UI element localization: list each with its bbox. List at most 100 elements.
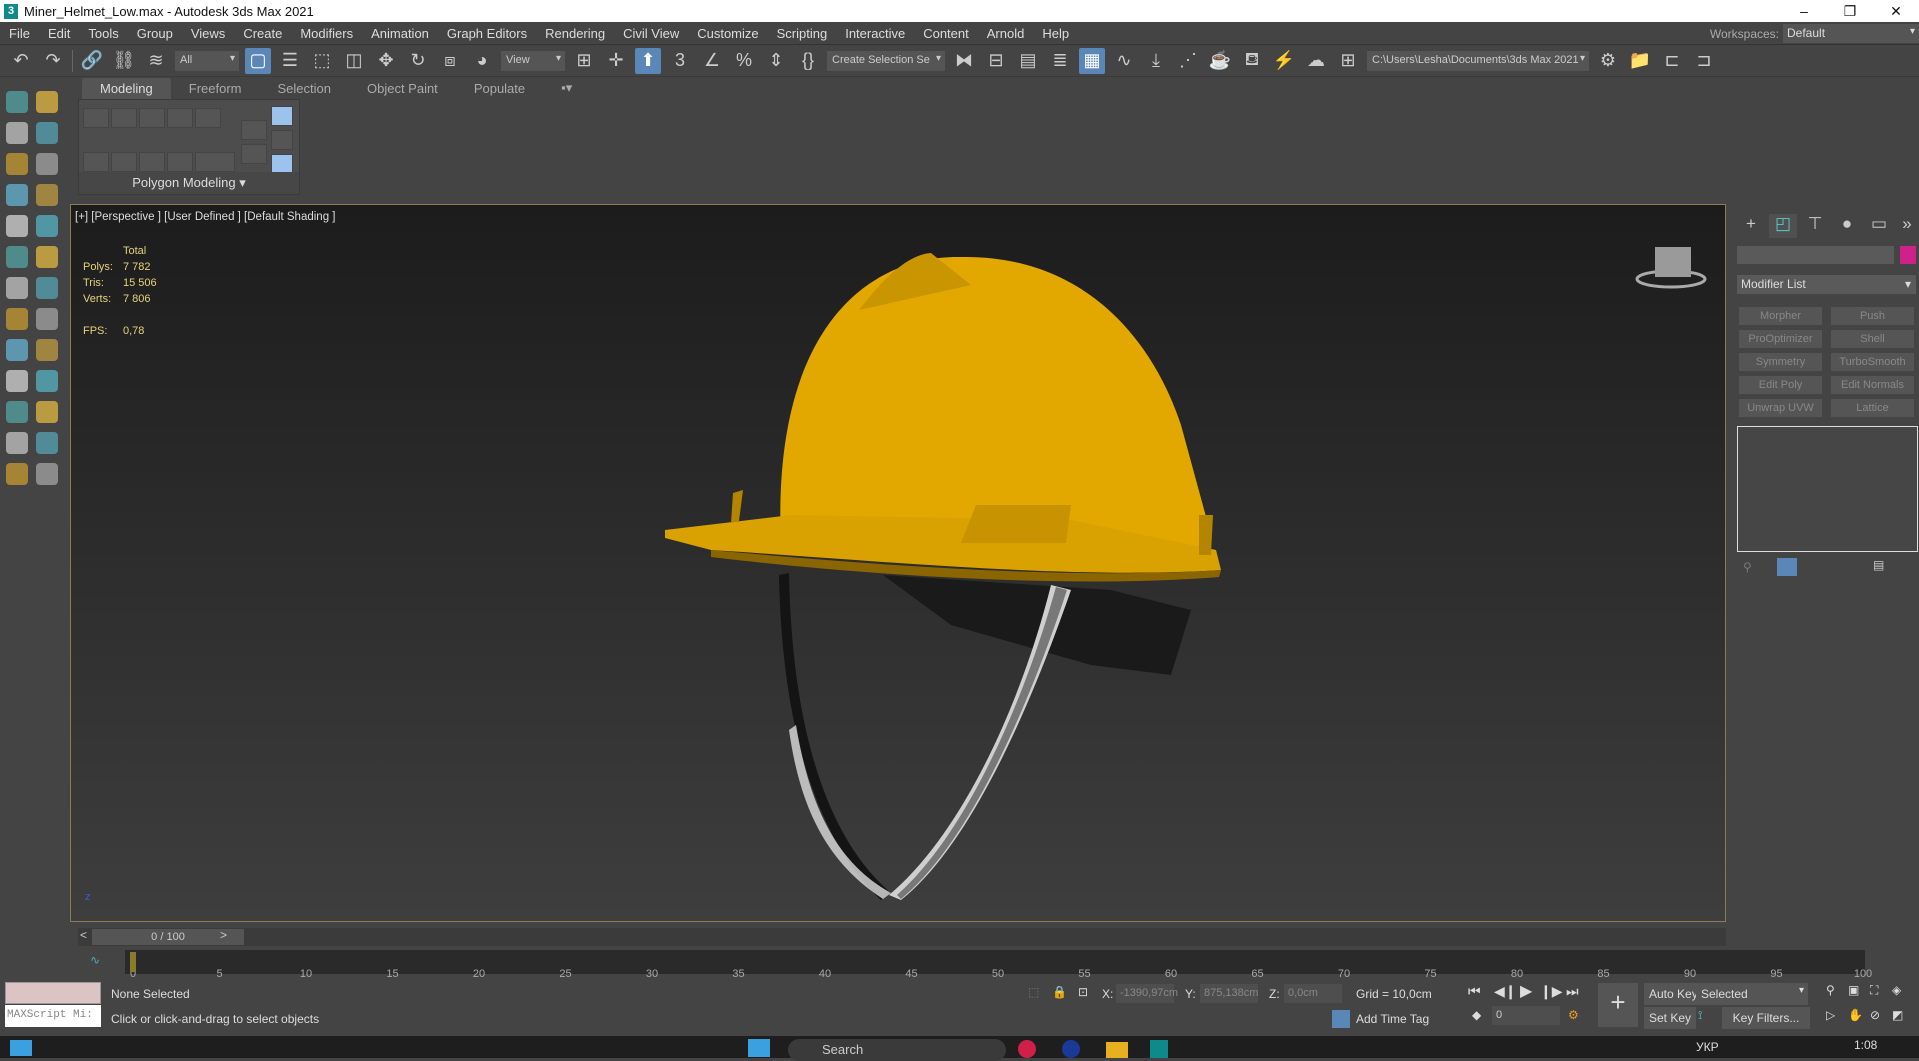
zoom-extents-icon[interactable]: ⛶ <box>1870 983 1878 998</box>
command-sidebar-icon[interactable] <box>6 215 28 237</box>
menu-arnold[interactable]: Arnold <box>978 26 1034 41</box>
command-sidebar-icon[interactable] <box>36 432 58 454</box>
named-selection-dropdown[interactable]: Create Selection Se <box>827 50 945 71</box>
modifier-unwrap-uvw-button[interactable]: Unwrap UVW <box>1739 399 1822 417</box>
command-sidebar-icon[interactable] <box>36 277 58 299</box>
modifier-symmetry-button[interactable]: Symmetry <box>1739 353 1822 371</box>
modifier-prooptimizer-button[interactable]: ProOptimizer <box>1739 330 1822 348</box>
ribbon-options-icon[interactable]: ▪▾ <box>543 77 590 99</box>
snaps-toggle-icon[interactable]: 3 <box>667 48 693 74</box>
perspective-viewport[interactable]: [+] [Perspective ] [User Defined ] [Defa… <box>70 204 1726 922</box>
widgets-icon[interactable] <box>10 1040 32 1056</box>
workspace-dropdown[interactable]: Default <box>1783 24 1919 43</box>
render-frame-icon[interactable]: ☁ <box>1303 48 1329 74</box>
menu-interactive[interactable]: Interactive <box>836 26 914 41</box>
command-sidebar-icon[interactable] <box>36 339 58 361</box>
3dsmax-taskbar-icon[interactable] <box>1150 1040 1168 1058</box>
close-button[interactable]: ✕ <box>1873 0 1919 22</box>
menu-civil-view[interactable]: Civil View <box>614 26 688 41</box>
render-icon[interactable]: ⚡ <box>1271 48 1297 74</box>
modifier-lattice-button[interactable]: Lattice <box>1831 399 1914 417</box>
toggle-modifier-icon[interactable] <box>271 154 293 174</box>
modifier-morpher-button[interactable]: Morpher <box>1739 307 1822 325</box>
undo-icon[interactable]: ↶ <box>8 48 34 74</box>
stack-up-icon[interactable] <box>241 120 267 140</box>
command-sidebar-icon[interactable] <box>6 339 28 361</box>
isolate-selection-icon[interactable]: ⬚ <box>1028 985 1039 999</box>
set-key-button[interactable]: Set Key <box>1644 1007 1697 1029</box>
vertex-icon[interactable] <box>83 108 109 128</box>
percent-snap-icon[interactable]: % <box>731 48 757 74</box>
command-sidebar-icon[interactable] <box>6 184 28 206</box>
reference-coordinate-dropdown[interactable]: View <box>501 50 565 71</box>
render-setup-icon[interactable]: ⛾ <box>1239 48 1265 74</box>
unlink-icon[interactable]: ⛓ <box>111 48 137 74</box>
time-tag-icon[interactable] <box>1332 1010 1350 1028</box>
menu-create[interactable]: Create <box>234 26 291 41</box>
absolute-mode-icon[interactable]: ⊡ <box>1078 985 1088 999</box>
tab-modeling[interactable]: Modeling <box>82 78 171 99</box>
modifier-stack[interactable] <box>1737 426 1918 552</box>
stack-down-icon[interactable] <box>241 144 267 164</box>
menu-content[interactable]: Content <box>914 26 978 41</box>
angle-snap-icon[interactable]: ∠ <box>699 48 725 74</box>
project-tree-icon[interactable]: ⊏ <box>1659 48 1685 74</box>
modify-tab-icon[interactable]: ◰ <box>1769 214 1797 238</box>
modifier-push-button[interactable]: Push <box>1831 307 1914 325</box>
time-next-button[interactable]: > <box>220 928 227 942</box>
command-sidebar-icon[interactable] <box>36 122 58 144</box>
keyboard-shortcut-override-icon[interactable]: ⬆ <box>635 47 661 74</box>
project-folder-icon[interactable]: 📁 <box>1627 48 1653 74</box>
tab-populate[interactable]: Populate <box>456 78 543 99</box>
configure-modifier-sets-icon[interactable]: ▤ <box>1873 558 1884 572</box>
zoom-all-icon[interactable]: ▣ <box>1848 983 1859 997</box>
tab-freeform[interactable]: Freeform <box>171 78 260 99</box>
modifier-turbosmooth-button[interactable]: TurboSmooth <box>1831 353 1914 371</box>
command-sidebar-icon[interactable] <box>36 370 58 392</box>
command-sidebar-icon[interactable] <box>6 308 28 330</box>
command-sidebar-icon[interactable] <box>6 91 28 113</box>
language-indicator[interactable]: УКР <box>1696 1040 1719 1054</box>
zoom-extents-all-icon[interactable]: ◈ <box>1892 983 1901 997</box>
command-sidebar-icon[interactable] <box>36 246 58 268</box>
project-structure-icon[interactable]: ⊐ <box>1691 48 1717 74</box>
more-tabs-icon[interactable]: » <box>1893 214 1919 238</box>
polygon-icon[interactable] <box>167 108 193 128</box>
orbit-icon[interactable]: ⊘ <box>1870 1008 1880 1022</box>
redo-icon[interactable]: ↷ <box>40 48 66 74</box>
previous-frame-icon[interactable]: ◀❙ <box>1494 983 1517 1000</box>
object-color-swatch[interactable] <box>1900 246 1916 264</box>
select-object-icon[interactable]: ▢ <box>245 47 271 74</box>
menu-modifiers[interactable]: Modifiers <box>291 26 362 41</box>
menu-edit[interactable]: Edit <box>39 26 79 41</box>
edit-named-selection-icon[interactable]: {} <box>795 48 821 74</box>
grow-selection-icon[interactable] <box>83 152 109 172</box>
command-sidebar-icon[interactable] <box>6 122 28 144</box>
menu-scripting[interactable]: Scripting <box>768 26 837 41</box>
time-slider[interactable]: < 0 / 100 > <box>78 928 1726 946</box>
go-to-end-icon[interactable]: ⏭ <box>1566 983 1579 1000</box>
y-coordinate-input[interactable]: 875,138cm <box>1200 984 1258 1003</box>
display-tab-icon[interactable]: ▭ <box>1865 214 1893 238</box>
key-mode-dropdown[interactable]: Selected <box>1696 983 1808 1005</box>
spinner-snap-icon[interactable]: ⇕ <box>763 48 789 74</box>
window-crossing-icon[interactable]: ◫ <box>341 48 367 74</box>
create-tab-icon[interactable]: + <box>1737 214 1765 238</box>
pivot-center-icon[interactable]: ⊞ <box>571 48 597 74</box>
tab-object-paint[interactable]: Object Paint <box>349 78 456 99</box>
menu-help[interactable]: Help <box>1033 26 1078 41</box>
time-prev-button[interactable]: < <box>80 928 87 942</box>
mirror-icon[interactable]: ⧓ <box>951 48 977 74</box>
current-frame-input[interactable]: 0 <box>1492 1006 1560 1025</box>
menu-animation[interactable]: Animation <box>362 26 438 41</box>
show-end-result-icon[interactable] <box>271 106 293 126</box>
show-end-result-icon[interactable] <box>1777 558 1797 576</box>
render-window-icon[interactable]: ⊞ <box>1335 48 1361 74</box>
scale-icon[interactable]: ⧈ <box>437 48 463 74</box>
link-icon[interactable]: 🔗 <box>79 48 105 74</box>
rotate-icon[interactable]: ↻ <box>405 48 431 74</box>
minimize-button[interactable]: – <box>1781 0 1827 22</box>
field-of-view-icon[interactable]: ▷ <box>1826 1008 1835 1022</box>
menu-tools[interactable]: Tools <box>79 26 127 41</box>
border-icon[interactable] <box>139 108 165 128</box>
